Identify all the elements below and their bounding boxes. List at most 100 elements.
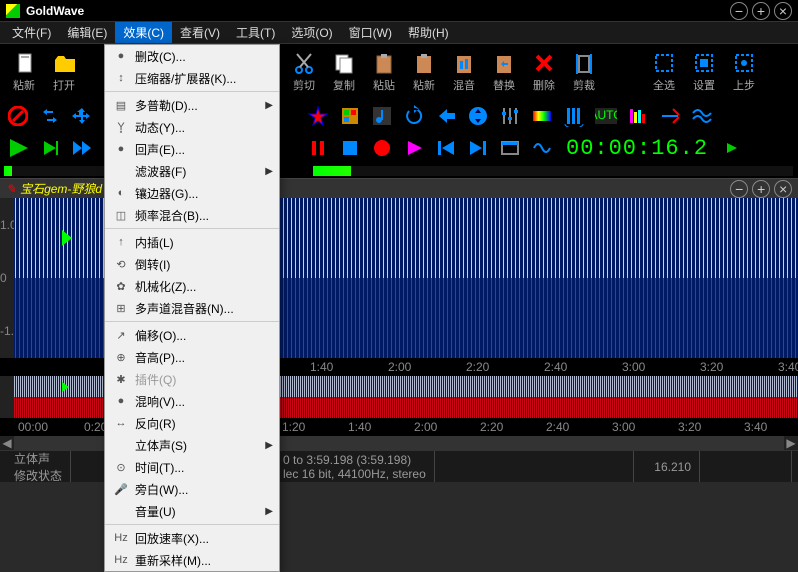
menu-item-label: 压缩器/扩展器(K)... [131, 70, 273, 87]
menu-6[interactable]: 窗口(W) [341, 22, 400, 43]
ruler-tick: 00:00 [18, 420, 48, 434]
menu-3[interactable]: 查看(V) [172, 22, 228, 43]
paste-new2-button[interactable]: 粘新 [404, 48, 444, 96]
menu-item-X[interactable]: Hz回放速率(X)... [105, 527, 279, 549]
menu-item-M[interactable]: Hz重新采样(M)... [105, 549, 279, 571]
open-button[interactable]: 打开 [44, 48, 84, 96]
open-icon [52, 51, 76, 75]
effect-updown-icon[interactable] [464, 102, 492, 130]
menu-item-B[interactable]: ◫频率混合(B)... [105, 204, 279, 226]
menu-item-icon: ↑ [111, 236, 131, 248]
menu-item-F[interactable]: 滤波器(F)▶ [105, 160, 279, 182]
menu-2[interactable]: 效果(C) [115, 22, 172, 43]
menu-item-C[interactable]: ●删改(C)... [105, 45, 279, 67]
effects-menu-dropdown: ●删改(C)...↕压缩器/扩展器(K)... ▤多普勒(D)...▶Y͓动态(Y… [104, 44, 280, 572]
menu-item-Y[interactable]: Y͓动态(Y)... [105, 116, 279, 138]
ruler-tick: 3:40 [744, 420, 767, 434]
rewind-button[interactable] [432, 134, 460, 162]
menu-item-icon: ↔ [111, 417, 131, 429]
menu-0[interactable]: 文件(F) [4, 22, 59, 43]
forward-button[interactable] [464, 134, 492, 162]
menu-item-label: 多普勒(D)... [131, 97, 265, 114]
menu-item-U[interactable]: 音量(U)▶ [105, 500, 279, 522]
mix-button[interactable]: 混音 [444, 48, 484, 96]
status-channels: 立体声 [14, 450, 62, 467]
doc-minimize-button[interactable]: − [730, 180, 748, 198]
menu-item-S[interactable]: 立体声(S)▶ [105, 434, 279, 456]
menu-item-R[interactable]: ↔反向(R) [105, 412, 279, 434]
settings-button[interactable]: 设置 [684, 48, 724, 96]
menu-item-K[interactable]: ↕压缩器/扩展器(K)... [105, 67, 279, 89]
menu-item-icon: ↗ [111, 329, 131, 342]
menu-item-T[interactable]: ⊙时间(T)... [105, 456, 279, 478]
effect-spectrum-icon[interactable] [528, 102, 556, 130]
effect-note-icon[interactable] [368, 102, 396, 130]
rec-pause-button[interactable] [304, 134, 332, 162]
effect-waves-icon[interactable] [688, 102, 716, 130]
cut-button[interactable]: 剪切 [284, 48, 324, 96]
paste-icon [372, 51, 396, 75]
effect-cross-icon[interactable] [656, 102, 684, 130]
doc-close-button[interactable]: × [774, 180, 792, 198]
expand-icon[interactable] [68, 102, 96, 130]
swap-icon[interactable] [36, 102, 64, 130]
window-icon[interactable] [496, 134, 524, 162]
menu-item-O[interactable]: ↗偏移(O)... [105, 324, 279, 346]
spacer-button[interactable] [604, 48, 644, 96]
menu-item-W[interactable]: 🎤旁白(W)... [105, 478, 279, 500]
effect-auto-icon[interactable]: AUTO [592, 102, 620, 130]
menu-item-label: 插件(Q) [131, 371, 273, 388]
play-cursor-icon[interactable] [62, 230, 72, 246]
rec-stop-button[interactable] [336, 134, 364, 162]
ruler-tick: 1:20 [282, 420, 305, 434]
menu-item-icon: ● [111, 50, 131, 62]
effect-cycle-icon[interactable] [400, 102, 428, 130]
menu-item-D[interactable]: ▤多普勒(D)...▶ [105, 94, 279, 116]
effect-spectrum2-icon[interactable] [624, 102, 652, 130]
ruler-tick: 1:40 [348, 420, 371, 434]
effect-left-icon[interactable] [432, 102, 460, 130]
menu-item-I[interactable]: ⟲倒转(I) [105, 253, 279, 275]
trim-button[interactable]: 剪裁 [564, 48, 604, 96]
menu-item-icon: Hz [111, 554, 131, 566]
delete-button[interactable]: 删除 [524, 48, 564, 96]
paste-button[interactable]: 粘贴 [364, 48, 404, 96]
replace-button[interactable]: 替换 [484, 48, 524, 96]
paste-new-button[interactable]: 粘新 [4, 48, 44, 96]
close-button[interactable]: × [774, 2, 792, 20]
fastfwd-button[interactable] [68, 134, 96, 162]
paste-new-icon [12, 51, 36, 75]
doc-maximize-button[interactable]: + [752, 180, 770, 198]
menu-4[interactable]: 工具(T) [228, 22, 283, 43]
menu-1[interactable]: 编辑(E) [59, 22, 115, 43]
select-all-button[interactable]: 全选 [644, 48, 684, 96]
effect-star-icon[interactable] [304, 102, 332, 130]
rec-play-button[interactable] [400, 134, 428, 162]
menu-item-label: 镶边器(G)... [131, 185, 273, 202]
ruler-tick: 3:40 [778, 360, 798, 374]
menu-item-G[interactable]: ◐镶边器(G)... [105, 182, 279, 204]
menu-item-Z[interactable]: ✿机械化(Z)... [105, 275, 279, 297]
minimize-button[interactable]: − [730, 2, 748, 20]
effect-cube-icon[interactable] [336, 102, 364, 130]
menu-item-P[interactable]: ⊕音高(P)... [105, 346, 279, 368]
play-sel-button[interactable] [36, 134, 64, 162]
menu-item-label: 重新采样(M)... [131, 552, 273, 569]
wave-icon[interactable] [528, 134, 556, 162]
menu-item-E[interactable]: ●回声(E)... [105, 138, 279, 160]
menu-item-L[interactable]: ↑内插(L) [105, 231, 279, 253]
effect-gate-icon[interactable] [560, 102, 588, 130]
menu-item-N[interactable]: ⊞多声道混音器(N)... [105, 297, 279, 319]
maximize-button[interactable]: + [752, 2, 770, 20]
mix-icon [452, 51, 476, 75]
menu-item-V[interactable]: ●混响(V)... [105, 390, 279, 412]
record-button[interactable] [368, 134, 396, 162]
prev-button[interactable]: 上步 [724, 48, 764, 96]
play-button[interactable] [4, 134, 32, 162]
copy-button[interactable]: 复制 [324, 48, 364, 96]
menu-5[interactable]: 选项(O) [283, 22, 340, 43]
menu-item-label: 时间(T)... [131, 459, 273, 476]
menu-7[interactable]: 帮助(H) [400, 22, 457, 43]
stop-icon[interactable] [4, 102, 32, 130]
effect-sliders-icon[interactable] [496, 102, 524, 130]
